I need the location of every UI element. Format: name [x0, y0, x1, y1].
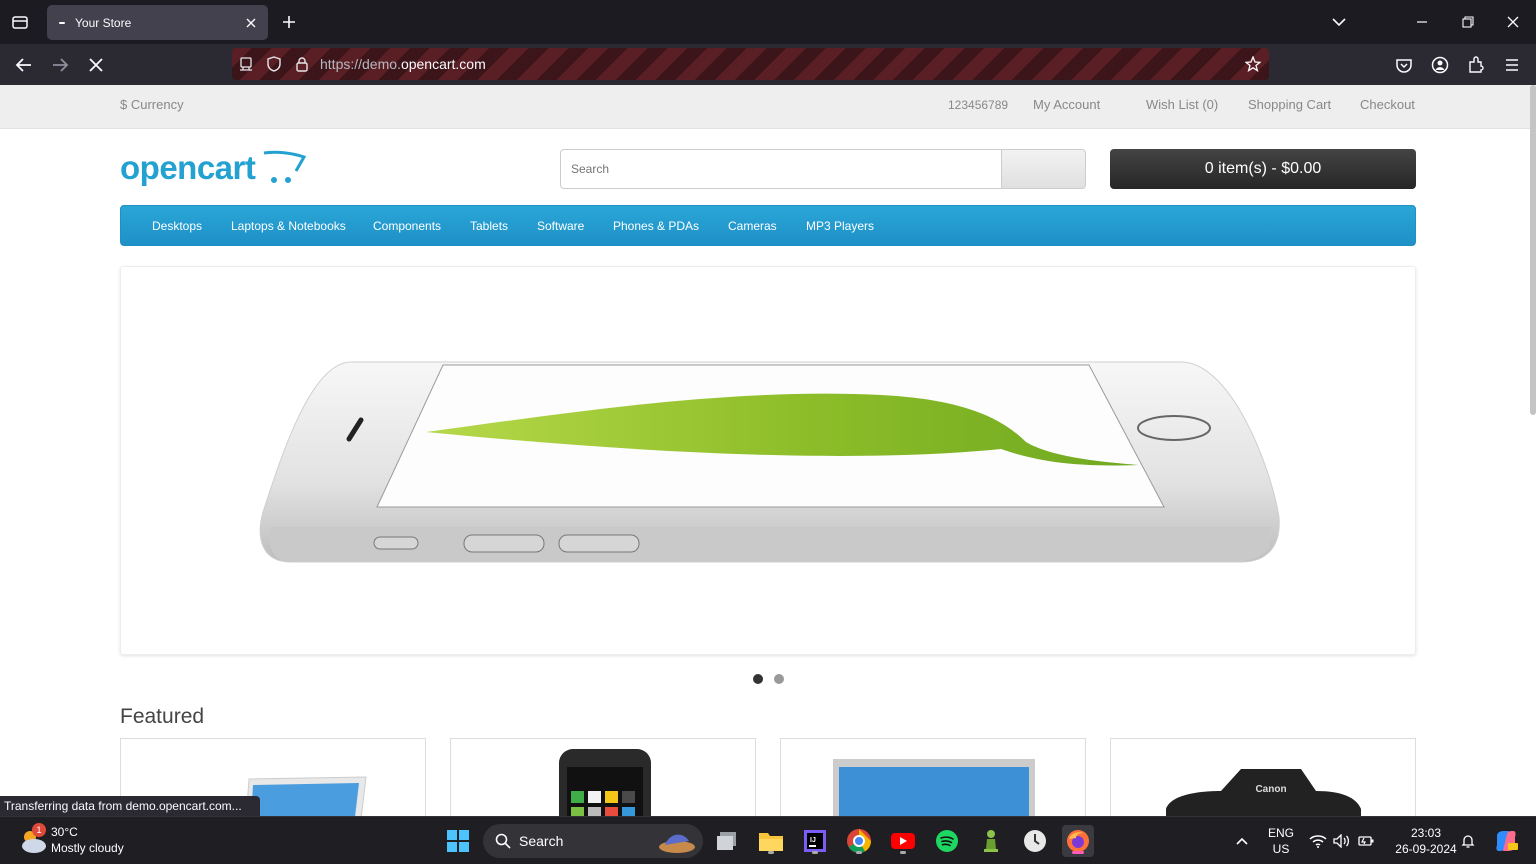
running-indicator	[768, 851, 774, 854]
pocket-icon[interactable]	[1392, 53, 1416, 77]
notifications-icon[interactable]	[1455, 825, 1481, 857]
currency-dropdown[interactable]: $ Currency	[120, 97, 184, 112]
search-highlight-icon	[659, 834, 695, 853]
menu-item-laptops[interactable]: Laptops & Notebooks	[231, 219, 346, 233]
url-text[interactable]: https://demo.opencart.com	[320, 56, 486, 72]
product-image-camera: Canon	[1166, 769, 1361, 816]
spotify-icon[interactable]	[931, 825, 963, 857]
browser-tab-bar: Your Store	[0, 0, 1536, 44]
weather-temp: 30°C	[51, 825, 78, 839]
search-input[interactable]	[560, 149, 1002, 189]
windows-taskbar: 1 30°C Mostly cloudy Search IJ ENG US 23…	[0, 816, 1536, 864]
web-page: $ Currency 123456789 My Account Wish Lis…	[0, 85, 1536, 816]
taskbar-search-label: Search	[519, 833, 564, 849]
menu-item-desktops[interactable]: Desktops	[152, 219, 202, 233]
product-card-canon[interactable]: Canon	[1110, 738, 1416, 816]
svg-text:IJ: IJ	[810, 837, 816, 844]
volume-icon[interactable]	[1329, 825, 1355, 857]
chess-app-icon[interactable]	[975, 825, 1007, 857]
category-menu: Desktops Laptops & Notebooks Components …	[120, 205, 1416, 246]
file-explorer-icon[interactable]	[755, 825, 787, 857]
tab-title: Your Store	[75, 15, 132, 30]
iphone-banner-image	[259, 361, 1280, 563]
weather-badge: 1	[32, 823, 46, 837]
store-top-bar: $ Currency 123456789 My Account Wish Lis…	[0, 85, 1536, 129]
close-window-icon[interactable]	[1503, 12, 1523, 32]
phone-link[interactable]: 123456789	[948, 98, 1008, 112]
running-indicator	[812, 851, 818, 854]
menu-item-phones[interactable]: Phones & PDAs	[613, 219, 699, 233]
wifi-icon[interactable]	[1305, 825, 1331, 857]
copilot-icon[interactable]	[1490, 825, 1522, 857]
language-bottom[interactable]: US	[1266, 842, 1296, 856]
windows-start-icon[interactable]	[442, 825, 474, 857]
store-logo[interactable]: opencart	[120, 149, 307, 187]
stop-loading-icon[interactable]	[84, 53, 108, 77]
page-scrollbar[interactable]	[1530, 85, 1536, 415]
menu-item-tablets[interactable]: Tablets	[470, 219, 508, 233]
menu-item-cameras[interactable]: Cameras	[728, 219, 777, 233]
clock-date[interactable]: 26-09-2024	[1386, 842, 1466, 856]
product-card-iphone[interactable]	[450, 738, 756, 816]
clock-app-icon[interactable]	[1019, 825, 1051, 857]
extensions-icon[interactable]	[1464, 53, 1488, 77]
search-icon	[495, 833, 511, 849]
slide-dot-2[interactable]	[774, 674, 784, 684]
browser-tab-active[interactable]: Your Store	[47, 5, 268, 40]
active-indicator	[1072, 851, 1084, 854]
tab-close-icon[interactable]	[244, 16, 258, 30]
taskbar-search[interactable]: Search	[483, 824, 703, 858]
weather-desc: Mostly cloudy	[51, 841, 124, 855]
menu-item-mp3[interactable]: MP3 Players	[806, 219, 874, 233]
show-hidden-icons[interactable]	[1228, 825, 1256, 857]
checkout-link[interactable]: Checkout	[1360, 97, 1415, 112]
menu-hamburger-icon[interactable]	[1500, 53, 1524, 77]
logo-text: opencart	[120, 149, 256, 186]
firefox-icon[interactable]	[1062, 825, 1094, 857]
task-view-icon[interactable]	[711, 825, 743, 857]
product-image-monitor	[833, 759, 1035, 816]
product-image-phone	[559, 749, 651, 816]
youtube-icon[interactable]	[887, 825, 919, 857]
wish-list-link[interactable]: Wish List (0)	[1146, 97, 1218, 112]
chrome-icon[interactable]	[843, 825, 875, 857]
url-bar[interactable]: https://demo.opencart.com	[232, 48, 1269, 80]
forward-arrow-icon[interactable]	[48, 53, 72, 77]
language-top[interactable]: ENG	[1266, 826, 1296, 840]
battery-icon[interactable]	[1353, 825, 1379, 857]
svg-text:Canon: Canon	[1255, 784, 1286, 795]
tab-loading-icon	[59, 21, 65, 24]
shopping-cart-link[interactable]: Shopping Cart	[1248, 97, 1331, 112]
new-tab-icon[interactable]	[279, 12, 299, 32]
url-host: opencart.com	[400, 56, 486, 72]
cart-button[interactable]: 0 item(s) - $0.00	[1110, 149, 1416, 189]
url-prefix: https://demo.	[320, 56, 401, 72]
menu-item-software[interactable]: Software	[537, 219, 584, 233]
slideshow-banner[interactable]	[120, 266, 1416, 655]
restore-icon[interactable]	[1458, 12, 1478, 32]
bookmark-star-icon[interactable]	[1245, 56, 1261, 72]
shield-icon[interactable]	[266, 56, 282, 72]
intellij-icon[interactable]: IJ	[799, 825, 831, 857]
logo-cart-icon	[263, 150, 307, 183]
clock-time[interactable]: 23:03	[1386, 826, 1466, 840]
my-account-link[interactable]: My Account	[1033, 97, 1100, 112]
lock-icon[interactable]	[294, 56, 310, 72]
product-card-apple-display[interactable]	[780, 738, 1086, 816]
status-tooltip: Transferring data from demo.opencart.com…	[0, 796, 260, 816]
tab-list-icon[interactable]	[8, 10, 32, 34]
menu-item-components[interactable]: Components	[373, 219, 441, 233]
list-all-tabs-icon[interactable]	[1329, 12, 1349, 32]
featured-heading: Featured	[120, 705, 205, 728]
search-button[interactable]	[1001, 149, 1086, 189]
running-indicator	[856, 851, 862, 854]
slide-dot-1[interactable]	[753, 674, 763, 684]
account-icon[interactable]	[1428, 53, 1452, 77]
remote-control-icon[interactable]	[238, 56, 254, 72]
back-arrow-icon[interactable]	[12, 53, 36, 77]
minimize-icon[interactable]	[1412, 12, 1432, 32]
running-indicator	[900, 851, 906, 854]
